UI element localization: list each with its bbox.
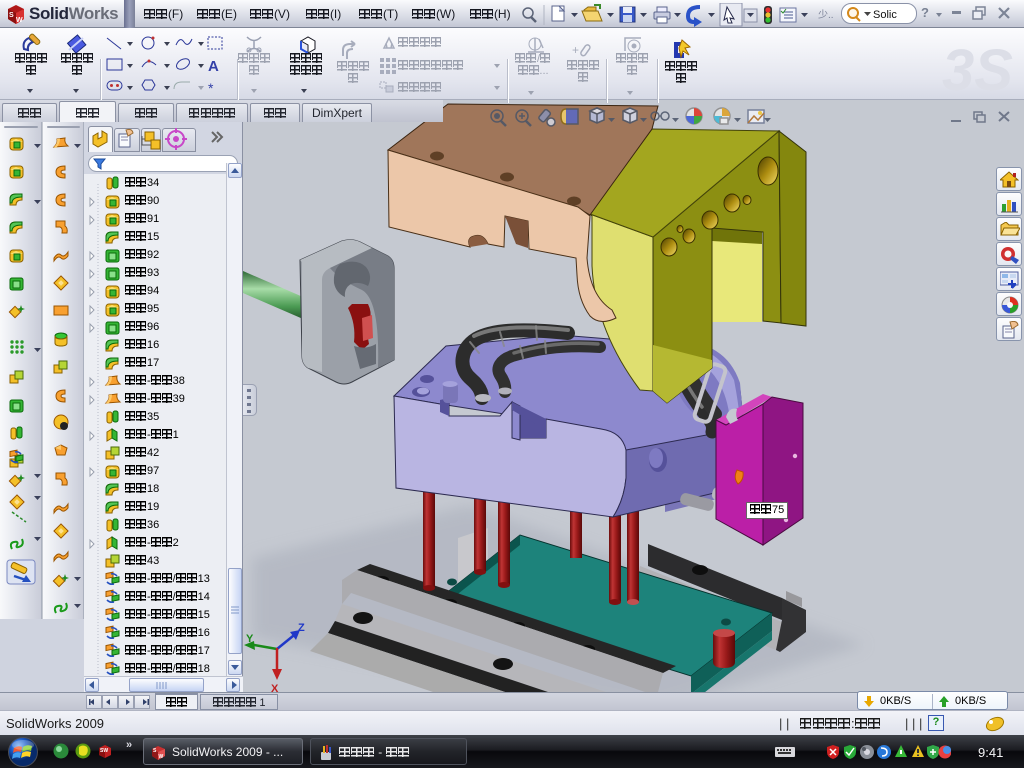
svg-text:Y: Y (246, 633, 254, 645)
svg-text:S: S (9, 12, 14, 19)
svg-text:Solic: Solic (873, 9, 897, 21)
svg-text:+: + (572, 43, 579, 57)
svg-text:3S: 3S (942, 38, 1013, 98)
svg-text:SW: SW (100, 748, 108, 754)
svg-text:W: W (159, 754, 164, 760)
svg-text:Z: Z (298, 622, 305, 634)
svg-text:W: W (16, 17, 23, 24)
svg-text:少..: 少.. (818, 9, 834, 21)
svg-text:A: A (208, 58, 219, 75)
svg-text:X: X (271, 683, 279, 692)
svg-text:*: * (208, 80, 214, 96)
